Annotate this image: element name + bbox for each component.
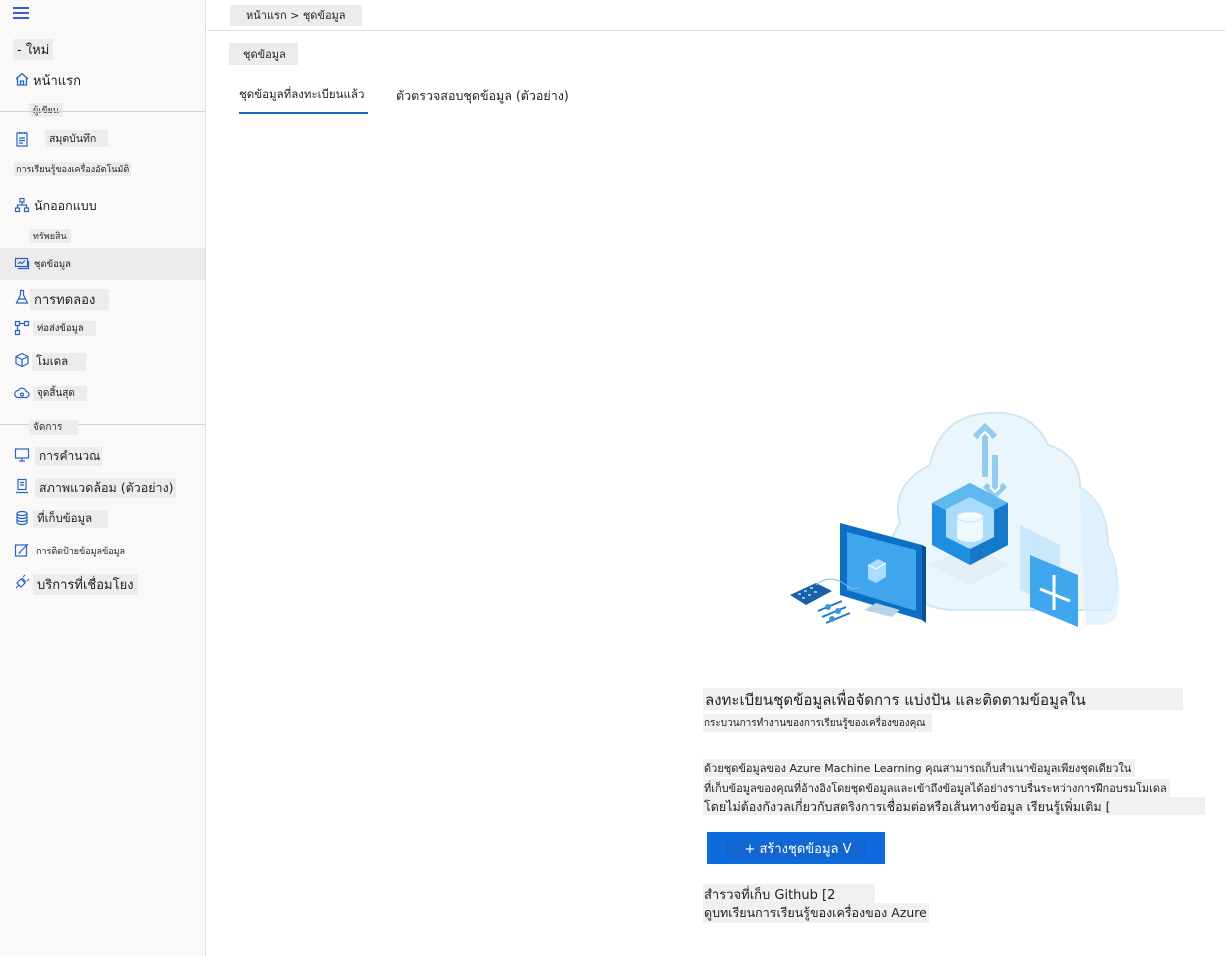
create-dataset-button[interactable]: + สร้างชุดข้อมูล V xyxy=(707,832,885,864)
home-icon xyxy=(15,72,29,86)
create-dataset-button-label: + สร้างชุดข้อมูล V xyxy=(726,840,866,859)
sidebar-item-label: การติดป้ายข้อมูลข้อมูล xyxy=(36,547,126,557)
sidebar-item-label: นักออกแบบ xyxy=(34,198,97,213)
new-button[interactable]: - ใหม่ xyxy=(13,39,54,60)
sidebar-item-designer[interactable]: นักออกแบบ xyxy=(0,190,205,220)
pipeline-icon xyxy=(14,320,30,336)
dataset-illustration xyxy=(790,411,1120,627)
sidebar-item-label: โมเดล xyxy=(32,353,87,371)
sidebar-item-label: สมุดบันทึก xyxy=(45,130,109,147)
section-divider xyxy=(0,111,205,112)
sidebar-item-label: การทดลอง xyxy=(30,289,110,310)
sidebar-item-linked-services[interactable]: บริการที่เชื่อมโยง xyxy=(0,567,205,597)
hamburger-menu-icon[interactable] xyxy=(13,7,31,21)
sidebar-item-compute[interactable]: การคำนวณ xyxy=(0,440,205,470)
sidebar-item-label: การเรียนรู้ของเครื่องอัตโนมัติ xyxy=(14,162,132,176)
sidebar-item-pipelines[interactable]: ท่อส่งข้อมูล xyxy=(0,313,205,343)
sidebar-item-label: ท่อส่งข้อมูล xyxy=(33,321,96,336)
monitor-icon xyxy=(14,448,30,462)
sidebar-item-data-labeling[interactable]: การติดป้ายข้อมูลข้อมูล xyxy=(0,535,205,565)
empty-state-headline: ลงทะเบียนชุดข้อมูลเพื่อจัดการ แบ่งปัน แล… xyxy=(703,688,1183,710)
dataset-icon xyxy=(14,257,30,270)
sidebar-item-models[interactable]: โมเดล xyxy=(0,345,205,375)
sidebar-item-label: จุดสิ้นสุด xyxy=(33,386,87,401)
sidebar-item-label: หน้าแรก xyxy=(33,74,81,89)
sidebar-item-endpoints[interactable]: จุดสิ้นสุด xyxy=(0,378,205,408)
sidebar-item-notebooks[interactable]: สมุดบันทึก xyxy=(0,124,205,154)
section-author-heading: ผู้เขียน xyxy=(29,103,63,117)
azure-ml-tutorial-link[interactable]: ดูบทเรียนการเรียนรู้ของเครื่องของ Azure xyxy=(703,903,929,923)
tab-dataset-monitors[interactable]: ตัวตรวจสอบชุดข้อมูล (ตัวอย่าง) xyxy=(396,86,569,106)
explore-github-link[interactable]: สำรวจที่เก็บ Github [2 xyxy=(703,884,876,905)
empty-state-description-line3[interactable]: โดยไม่ต้องกังวลเกี่ยวกับสตริงการเชื่อมต่… xyxy=(703,797,1205,815)
endpoint-cloud-icon xyxy=(14,387,30,399)
sidebar-item-label: การคำนวณ xyxy=(35,447,103,466)
sidebar-item-experiments[interactable]: การทดลอง xyxy=(0,282,205,312)
section-assets-heading: ทรัพยสิน xyxy=(29,229,71,243)
environment-icon xyxy=(16,478,28,494)
flask-icon xyxy=(15,289,29,304)
notebook-icon xyxy=(16,132,28,147)
tab-registered-datasets[interactable]: ชุดข้อมูลที่ลงทะเบียนแล้ว xyxy=(239,86,368,114)
designer-icon xyxy=(14,197,30,213)
sidebar-item-automl[interactable]: การเรียนรู้ของเครื่องอัตโนมัติ xyxy=(0,157,205,183)
link-plug-icon xyxy=(15,574,30,589)
breadcrumb[interactable]: หน้าแรก > ชุดข้อมูล xyxy=(230,5,362,26)
sidebar-item-label: ที่เก็บข้อมูล xyxy=(33,510,109,528)
section-manage-heading: จัดการ xyxy=(29,420,79,435)
sidebar-item-home[interactable]: หน้าแรก xyxy=(0,64,205,94)
sidebar-item-label: สภาพแวดล้อม (ตัวอย่าง) xyxy=(35,478,176,498)
empty-state-description-line1: ด้วยชุดข้อมูลของ Azure Machine Learning … xyxy=(703,759,1136,777)
empty-state-description-line2: ที่เก็บข้อมูลของคุณที่อ้างอิงโดยชุดข้อมู… xyxy=(703,779,1170,797)
database-icon xyxy=(16,510,28,526)
page-title: ชุดข้อมูล xyxy=(229,43,298,65)
edit-label-icon xyxy=(14,543,29,557)
sidebar-item-label: บริการที่เชื่อมโยง xyxy=(33,574,138,595)
cube-icon xyxy=(15,352,29,368)
sidebar-item-label: ชุดข้อมูล xyxy=(30,257,97,272)
top-bar: หน้าแรก > ชุดข้อมูล xyxy=(207,0,1225,31)
sidebar-item-datasets[interactable]: ชุดข้อมูล xyxy=(0,248,205,280)
empty-state-subheadline: กระบวนการทำงานของการเรียนรู้ของเครื่องขอ… xyxy=(703,714,932,732)
sidebar-item-environments[interactable]: สภาพแวดล้อม (ตัวอย่าง) xyxy=(0,471,205,501)
sidebar-item-datastores[interactable]: ที่เก็บข้อมูล xyxy=(0,503,205,533)
left-navigation: - ใหม่ หน้าแรก ผู้เขียน สมุดบันทึก การเร… xyxy=(0,0,206,956)
